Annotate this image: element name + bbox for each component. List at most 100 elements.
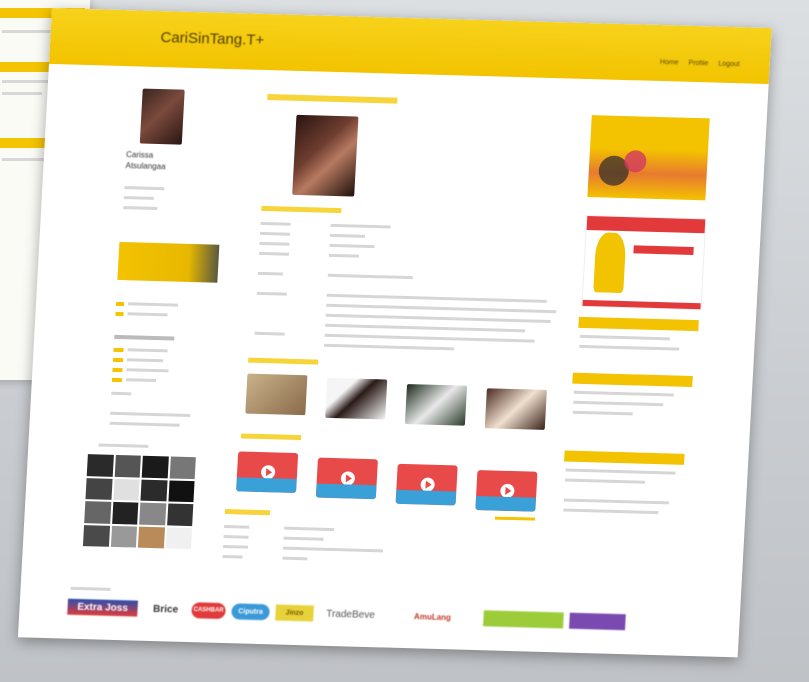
text-line [111,391,132,396]
friend-thumbnail[interactable] [169,456,196,479]
partner-logo[interactable] [483,610,564,629]
sidebar-heading [114,334,175,341]
nav-item-home[interactable]: Home [660,59,679,67]
field-value [329,233,366,238]
back-page-line [2,92,42,95]
profile-surname: Atsulangaa [125,161,166,172]
friend-thumbnail[interactable] [140,479,168,502]
photo-thumbnail[interactable] [404,384,468,426]
details-heading [224,509,271,516]
photo-thumbnail[interactable] [245,373,308,416]
partner-logo[interactable]: Ciputra [231,603,270,621]
text-line [579,334,670,341]
field-label [256,291,287,296]
bullet [111,377,123,383]
bullet [112,367,123,373]
partner-logo[interactable]: AmuLang [387,608,478,626]
field-label [258,251,290,256]
video-thumbnail[interactable] [236,451,299,494]
field-value [282,556,308,561]
partner-logo[interactable]: Brice [145,601,186,618]
video-thumbnail[interactable] [395,463,458,506]
photo-thumbnail[interactable] [325,377,388,420]
site-title[interactable]: CariSinTang.T+ [160,29,265,49]
link-line[interactable] [126,368,169,373]
friend-thumbnail[interactable] [112,478,140,501]
left-promo-banner[interactable] [117,241,220,283]
link-line[interactable] [127,312,168,317]
field-label [222,554,243,559]
field-value [282,546,384,553]
field-label [254,331,285,336]
center-title [267,94,398,104]
partner-logo[interactable]: Jinzo [275,604,314,622]
friend-thumbnail[interactable] [84,501,111,524]
about-text-line [326,293,547,303]
text-line [109,421,180,427]
friend-thumbnail[interactable] [85,477,113,500]
field-label [223,534,249,539]
about-text-line [326,303,557,314]
top-nav: Home Profile Logout [652,59,740,68]
field-label [259,231,291,236]
bullet [115,311,124,317]
profile-info-line [123,196,154,200]
profile-info-line [123,206,158,211]
partner-logo[interactable]: Extra Joss [67,598,139,617]
friend-thumbnail[interactable] [137,526,165,549]
field-value [327,273,413,280]
partner-logo[interactable] [569,612,626,631]
friend-thumbnail[interactable] [141,455,169,478]
friend-thumbnail[interactable] [86,454,114,477]
text-line [110,411,191,418]
friend-thumbnail[interactable] [165,526,193,550]
friend-thumbnail[interactable] [82,524,110,547]
text-line [572,410,633,416]
link-line[interactable] [126,358,164,363]
text-line [564,478,646,484]
text-line [563,498,669,505]
field-value [329,243,375,249]
site-header: CariSinTang.T+ Home Profile Logout [48,8,772,85]
friend-thumbnail[interactable] [166,503,194,526]
friend-thumbnail[interactable] [111,501,139,525]
back-page-line [2,80,52,83]
nav-item-logout[interactable]: Logout [718,61,740,69]
right-promo-banner[interactable] [587,115,710,201]
about-text-line [324,333,535,343]
bullet [115,301,125,307]
main-profile-photo[interactable] [292,114,359,197]
partner-logo[interactable]: CASHBAR [191,602,227,620]
text-line [573,390,674,397]
friend-thumbnail[interactable] [110,525,138,548]
friend-thumbnail[interactable] [139,502,166,525]
partner-logo[interactable]: TradeBeve [319,606,382,624]
video-thumbnail[interactable] [315,457,378,500]
webpage-screenshot: CariSinTang.T+ Home Profile Logout Caris… [17,8,772,658]
more-videos-link[interactable] [494,516,535,521]
profile-avatar[interactable] [139,88,185,145]
link-line[interactable] [125,378,157,383]
text-line [573,400,664,407]
friends-photo-grid [82,454,196,550]
section-heading [261,205,342,214]
friend-thumbnail[interactable] [114,454,141,478]
bullet [112,357,124,363]
field-label [222,544,249,549]
photo-thumbnail[interactable] [484,388,547,430]
videos-heading [240,433,302,441]
right-section-header [578,316,699,332]
friend-thumbnail[interactable] [167,479,195,503]
field-value [284,526,335,532]
link-line[interactable] [128,302,179,307]
nav-item-profile[interactable]: Profile [688,60,708,68]
link-line[interactable] [127,348,168,353]
text-line [565,468,676,475]
text-line [579,344,680,351]
bullet [113,347,124,353]
profile-info-line [124,186,165,191]
field-label [259,241,290,246]
video-thumbnail[interactable] [475,470,538,512]
right-section-header [572,372,693,388]
right-ad-banner[interactable] [581,215,707,311]
